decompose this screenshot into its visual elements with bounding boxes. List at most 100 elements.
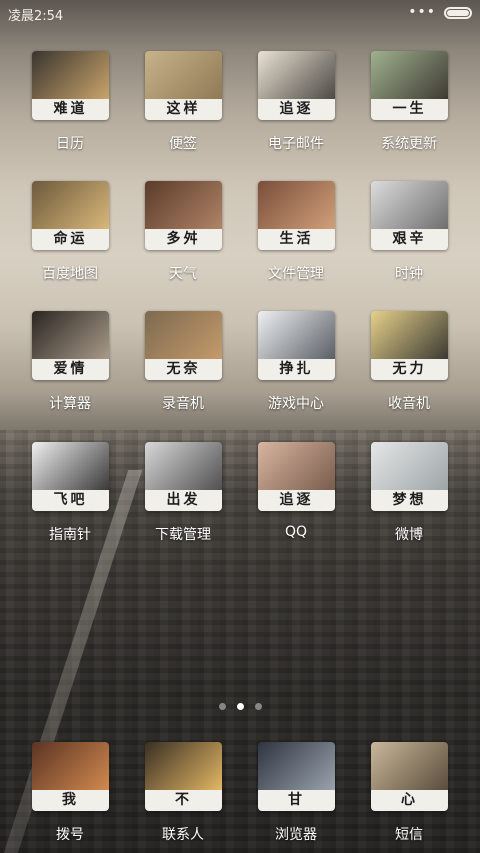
app-label: 计算器 [49, 396, 91, 412]
app-tile[interactable]: 我 [32, 742, 109, 811]
app-tile[interactable]: 这样 [145, 51, 222, 120]
app-tile[interactable]: 心 [371, 742, 448, 811]
app-icon-grid[interactable]: 飞吧 指南针 [20, 442, 120, 546]
page-dot-active[interactable] [237, 703, 244, 710]
app-icon-grid[interactable]: 这样 便签 [133, 51, 233, 155]
app-label: 拨号 [56, 827, 84, 843]
app-photo [32, 742, 109, 790]
app-tile[interactable]: 飞吧 [32, 442, 109, 511]
app-label: 指南针 [49, 527, 91, 543]
app-photo [145, 742, 222, 790]
app-caption: 艰辛 [371, 229, 448, 250]
app-caption: 我 [32, 790, 109, 811]
app-photo [371, 442, 448, 490]
app-photo [371, 742, 448, 790]
app-photo [145, 181, 222, 229]
app-caption: 这样 [145, 99, 222, 120]
app-photo [258, 181, 335, 229]
app-caption: 无奈 [145, 359, 222, 380]
app-caption: 不 [145, 790, 222, 811]
app-icon-dock[interactable]: 我拨号 [20, 742, 120, 846]
app-label: 下载管理 [155, 527, 211, 543]
app-label: 文件管理 [268, 266, 324, 282]
app-label: 游戏中心 [268, 396, 324, 412]
more-icon: ••• [408, 4, 436, 20]
app-photo [258, 442, 335, 490]
app-caption: 追逐 [258, 99, 335, 120]
app-icon-grid[interactable]: 无力 收音机 [359, 311, 459, 415]
app-tile[interactable]: 多舛 [145, 181, 222, 250]
app-photo [145, 442, 222, 490]
app-label: 微博 [395, 527, 423, 543]
app-label: 收音机 [388, 396, 430, 412]
app-tile[interactable]: 挣扎 [258, 311, 335, 380]
app-tile[interactable]: 梦想 [371, 442, 448, 511]
app-caption: 难道 [32, 99, 109, 120]
app-tile[interactable]: 一生 [371, 51, 448, 120]
app-tile[interactable]: 命运 [32, 181, 109, 250]
app-label: 时钟 [395, 266, 423, 282]
app-caption: 无力 [371, 359, 448, 380]
status-bar: 凌晨2:54 ••• [0, 0, 480, 28]
app-photo [258, 311, 335, 359]
app-photo [371, 51, 448, 99]
app-icon-grid[interactable]: 爱情 计算器 [20, 311, 120, 415]
app-tile[interactable]: 甘 [258, 742, 335, 811]
app-icon-grid[interactable]: 生活 文件管理 [246, 181, 346, 285]
app-icon-dock[interactable]: 心短信 [359, 742, 459, 846]
app-tile[interactable]: 爱情 [32, 311, 109, 380]
app-icon-grid[interactable]: 多舛 天气 [133, 181, 233, 285]
app-caption: 多舛 [145, 229, 222, 250]
app-icon-grid[interactable]: 挣扎 游戏中心 [246, 311, 346, 415]
app-label: 百度地图 [42, 266, 98, 282]
app-photo [32, 311, 109, 359]
app-caption: 心 [371, 790, 448, 811]
app-icon-grid[interactable]: 难道 日历 [20, 51, 120, 155]
app-icon-grid[interactable]: 一生 系统更新 [359, 51, 459, 155]
app-caption: 出发 [145, 490, 222, 511]
app-caption: 生活 [258, 229, 335, 250]
app-icon-grid[interactable]: 追逐 QQ [246, 442, 346, 546]
app-label: 日历 [56, 136, 84, 152]
app-icon-grid[interactable]: 艰辛 时钟 [359, 181, 459, 285]
app-label: QQ [284, 524, 308, 540]
app-label: 联系人 [162, 827, 204, 843]
app-caption: 爱情 [32, 359, 109, 380]
app-tile[interactable]: 无奈 [145, 311, 222, 380]
app-tile[interactable]: 无力 [371, 311, 448, 380]
app-tile[interactable]: 生活 [258, 181, 335, 250]
app-caption: 飞吧 [32, 490, 109, 511]
page-dot[interactable] [255, 703, 262, 710]
app-icon-dock[interactable]: 甘浏览器 [246, 742, 346, 846]
app-tile[interactable]: 难道 [32, 51, 109, 120]
app-label: 系统更新 [381, 136, 437, 152]
app-caption: 甘 [258, 790, 335, 811]
app-tile[interactable]: 不 [145, 742, 222, 811]
app-tile[interactable]: 追逐 [258, 51, 335, 120]
app-photo [258, 51, 335, 99]
app-photo [145, 311, 222, 359]
app-icon-grid[interactable]: 追逐 电子邮件 [246, 51, 346, 155]
app-tile[interactable]: 出发 [145, 442, 222, 511]
app-label: 录音机 [162, 396, 204, 412]
app-icon-grid[interactable]: 出发 下载管理 [133, 442, 233, 546]
app-icon-grid[interactable]: 命运 百度地图 [20, 181, 120, 285]
battery-icon [444, 7, 472, 19]
app-photo [258, 742, 335, 790]
app-icon-dock[interactable]: 不联系人 [133, 742, 233, 846]
app-label: 短信 [395, 827, 423, 843]
app-caption: 梦想 [371, 490, 448, 511]
app-tile[interactable]: 艰辛 [371, 181, 448, 250]
app-label: 天气 [169, 266, 197, 282]
app-icon-grid[interactable]: 无奈 录音机 [133, 311, 233, 415]
app-label: 浏览器 [275, 827, 317, 843]
app-label: 电子邮件 [268, 136, 324, 152]
app-icon-grid[interactable]: 梦想 微博 [359, 442, 459, 546]
status-time: 凌晨2:54 [8, 9, 64, 24]
page-dot[interactable] [219, 703, 226, 710]
app-photo [371, 311, 448, 359]
app-tile[interactable]: 追逐 [258, 442, 335, 511]
app-label: 便签 [169, 136, 197, 152]
page-indicator [0, 700, 480, 714]
app-photo [145, 51, 222, 99]
